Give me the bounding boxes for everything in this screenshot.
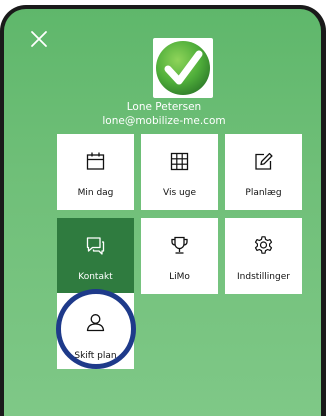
app-screen: Lone Petersen lone@mobilize-me.com Min d… (0, 5, 326, 416)
tile-min-dag[interactable]: Min dag (57, 134, 134, 210)
chat-icon (86, 237, 105, 255)
tile-label: Skift plan (74, 351, 117, 361)
trophy-icon (171, 236, 188, 254)
checkmark-logo-icon (156, 41, 210, 95)
tile-planlaeg[interactable]: Planlæg (225, 134, 302, 210)
tile-label: Min dag (77, 188, 114, 198)
tile-skift-plan[interactable]: Skift plan (57, 293, 134, 369)
user-name: Lone Petersen (126, 101, 202, 113)
close-icon[interactable] (30, 30, 48, 48)
tile-label: LiMo (169, 272, 190, 282)
calendar-icon (86, 152, 105, 170)
app-logo (153, 38, 213, 98)
user-icon (86, 314, 105, 332)
user-email: lone@mobilize-me.com (102, 115, 226, 127)
tile-limo[interactable]: LiMo (141, 218, 218, 294)
tile-indstillinger[interactable]: Indstillinger (225, 218, 302, 294)
grid-icon (170, 152, 189, 171)
tile-kontakt[interactable]: Kontakt (57, 218, 134, 294)
tile-label: Vis uge (163, 188, 196, 198)
tile-vis-uge[interactable]: Vis uge (141, 134, 218, 210)
gear-icon (254, 236, 273, 254)
edit-icon (255, 152, 273, 170)
tile-label: Planlæg (245, 188, 282, 198)
tile-label: Indstillinger (237, 272, 290, 282)
tile-label: Kontakt (78, 272, 113, 282)
